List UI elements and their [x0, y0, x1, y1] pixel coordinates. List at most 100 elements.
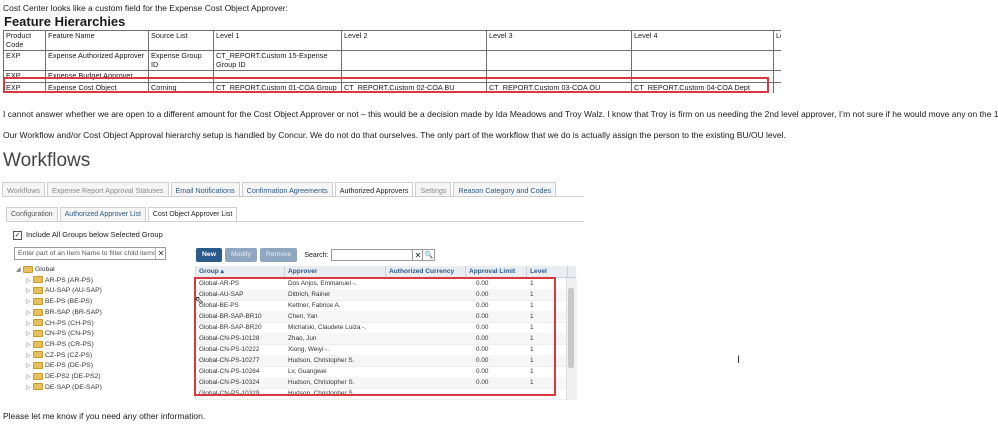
search-label: Search:: [304, 251, 329, 259]
closing-line: Please let me know if you need any other…: [3, 411, 206, 421]
tab-expense-report-approval-statuses[interactable]: Expense Report Approval Statuses: [47, 182, 169, 197]
fh-col-header: Source List: [148, 30, 214, 51]
fh-cell: EXP: [3, 50, 46, 71]
tree-node-label: DE-PS2 (DE-PS2): [45, 373, 101, 380]
text-cursor-icon: I: [737, 354, 741, 366]
folder-icon: [33, 308, 43, 316]
expand-arrow-icon[interactable]: ▷: [26, 329, 33, 340]
expand-arrow-icon[interactable]: ▷: [26, 276, 33, 287]
fh-cell: [486, 50, 632, 71]
include-all-label: Include All Groups below Selected Group: [26, 230, 163, 239]
tree-node-label: BE-PS (BE-PS): [45, 298, 93, 306]
tab-email-notifications[interactable]: Email Notifications: [170, 182, 240, 197]
fh-cell: Expense Group ID: [148, 50, 214, 71]
tree-node-label: CH-PS (CH-PS): [45, 319, 94, 327]
subtab-authorized-approver-list[interactable]: Authorized Approver List: [59, 207, 146, 221]
expand-arrow-icon[interactable]: ▷: [26, 361, 33, 372]
tree-node-label: Global: [35, 266, 55, 273]
tab-authorized-approvers[interactable]: Authorized Approvers: [334, 182, 414, 197]
col-header-group[interactable]: Group ▴: [196, 266, 285, 277]
tab-confirmation-agreements[interactable]: Confirmation Agreements: [241, 182, 333, 197]
fh-col-header: Level 3: [486, 30, 632, 51]
folder-icon: [23, 265, 33, 273]
tree-node-label: BR-SAP (BR-SAP): [45, 308, 102, 316]
highlight-box: [3, 77, 769, 93]
folder-icon: [33, 351, 43, 359]
subtab-divider: [6, 221, 584, 222]
folder-icon: [33, 340, 43, 348]
tree-node[interactable]: ▷ CH-PS (CH-PS): [26, 319, 94, 330]
col-header-level[interactable]: Level: [527, 266, 568, 277]
page-title: Workflows: [3, 150, 91, 171]
fh-cell: [341, 50, 487, 71]
tree-node[interactable]: ▷ CR-PS (CR-PS): [26, 340, 94, 351]
include-all-checkbox[interactable]: ✓: [13, 231, 22, 240]
tree-filter-input[interactable]: Enter part of an Item Name to filter chi…: [14, 247, 166, 260]
fh-cell: CT_REPORT.Custom 15-Expense Group ID: [213, 50, 342, 71]
group-tree: ◢ Global ▷ AR-PS (AR-PS) ▷ AU-SAP (AU-SAP) …: [16, 265, 186, 400]
col-header-authorized-currency[interactable]: Authorized Currency: [386, 266, 466, 277]
tree-node-label: AR-PS (AR-PS): [45, 276, 93, 284]
tree-node[interactable]: ▷ BR-SAP (BR-SAP): [26, 308, 102, 319]
fh-cell: [773, 81, 781, 93]
tree-node-global[interactable]: ◢ Global: [16, 265, 55, 276]
tree-node-label: DE-SAP (DE-SAP): [45, 383, 102, 391]
feature-hierarchies-title: Feature Hierarchies: [4, 14, 126, 29]
email-paragraph-2: Our Workflow and/or Cost Object Approval…: [3, 130, 786, 140]
col-header-approval-limit[interactable]: Approval Limit: [466, 266, 527, 277]
expand-arrow-icon[interactable]: ▷: [26, 286, 33, 297]
scrollbar-thumb[interactable]: [568, 288, 574, 368]
tree-node-label: CN-PS (CN-PS): [45, 330, 94, 338]
collapse-arrow-icon[interactable]: ◢: [16, 265, 23, 276]
subtab-configuration[interactable]: Configuration: [6, 207, 58, 221]
sub-tab-bar: Configuration Authorized Approver List C…: [6, 207, 239, 221]
fh-col-header: Feature Name: [45, 30, 149, 51]
mouse-cursor-icon: ⇖: [194, 293, 205, 307]
folder-icon: [33, 372, 43, 380]
tree-node[interactable]: ▷ AU-SAP (AU-SAP): [26, 286, 102, 297]
folder-icon: [33, 383, 43, 391]
subtab-cost-object-approver-list[interactable]: Cost Object Approver List: [147, 207, 238, 221]
col-header-approver[interactable]: Approver: [285, 266, 386, 277]
modify-button[interactable]: Modify: [224, 248, 258, 262]
folder-icon: [33, 287, 43, 295]
tree-node[interactable]: ▷ DE-SAP (DE-SAP): [26, 383, 102, 394]
workflows-screenshot: Workflows Workflows Expense Report Appro…: [0, 146, 584, 400]
folder-icon: [33, 362, 43, 369]
folder-icon: [33, 297, 43, 305]
expand-arrow-icon[interactable]: ▷: [26, 319, 33, 330]
tab-workflows[interactable]: Workflows: [2, 182, 46, 197]
expand-arrow-icon[interactable]: ▷: [26, 383, 33, 394]
fh-cell: [773, 70, 781, 83]
search-icon[interactable]: 🔍: [423, 249, 436, 261]
tree-node[interactable]: ▷ CZ-PS (CZ-PS): [26, 351, 92, 362]
fh-cell: [631, 50, 774, 71]
tab-settings[interactable]: Settings: [415, 182, 452, 197]
tree-node[interactable]: ▷ AR-PS (AR-PS): [26, 276, 93, 287]
clear-filter-icon[interactable]: ✕: [155, 248, 166, 259]
folder-icon: [33, 329, 43, 337]
expand-arrow-icon[interactable]: ▷: [26, 351, 33, 362]
tab-reason-category-and-codes[interactable]: Reason Category and Codes: [453, 182, 557, 197]
tree-node[interactable]: ▷ CN-PS (CN-PS): [26, 329, 94, 340]
tree-node-label: DE-PS (DE-PS): [45, 362, 93, 370]
tree-node[interactable]: ▷ DE-PS (DE-PS): [26, 361, 93, 372]
new-button[interactable]: New: [196, 248, 222, 262]
clear-search-icon[interactable]: ✕: [413, 249, 424, 261]
highlight-box: [194, 277, 556, 396]
folder-icon: [33, 276, 43, 284]
tree-node[interactable]: ▷ BE-PS (BE-PS): [26, 297, 92, 308]
search-input[interactable]: [331, 249, 414, 261]
fh-col-header: Level 2: [341, 30, 487, 51]
tree-node-label: AU-SAP (AU-SAP): [45, 287, 102, 295]
main-tab-bar: Workflows Expense Report Approval Status…: [2, 182, 558, 197]
expand-arrow-icon[interactable]: ▷: [26, 297, 33, 308]
folder-icon: [33, 319, 43, 327]
fh-col-header: Product Code: [3, 30, 46, 51]
expand-arrow-icon[interactable]: ▷: [26, 308, 33, 319]
expand-arrow-icon[interactable]: ▷: [26, 340, 33, 351]
remove-button[interactable]: Remove: [260, 248, 298, 262]
tab-divider: [2, 196, 584, 197]
tree-node[interactable]: ▷ DE-PS2 (DE-PS2): [26, 372, 101, 383]
expand-arrow-icon[interactable]: ▷: [26, 372, 33, 383]
